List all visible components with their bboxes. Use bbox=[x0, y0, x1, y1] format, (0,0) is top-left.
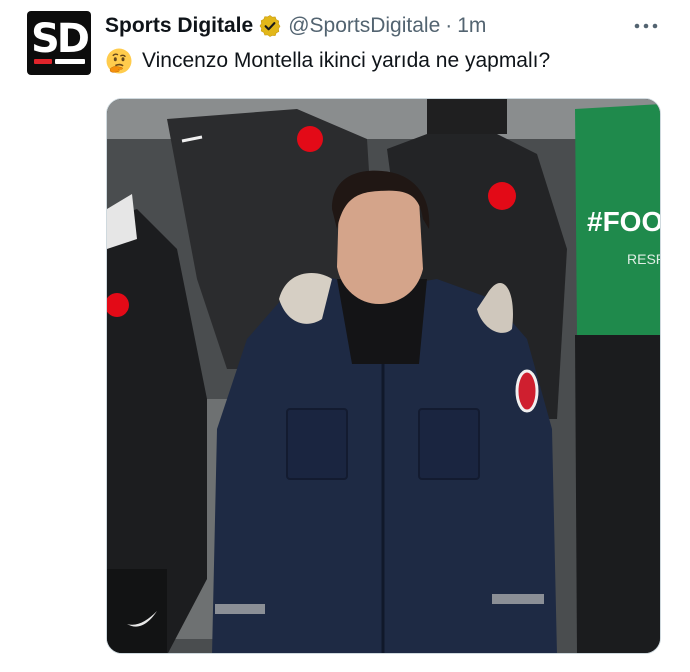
bib-hashtag-text: #FOOT bbox=[587, 206, 661, 237]
tweet-text-content: Vincenzo Montella ikinci yarıda ne yapma… bbox=[142, 49, 551, 72]
verified-badge-icon[interactable] bbox=[258, 14, 282, 38]
more-options-button[interactable] bbox=[632, 14, 660, 38]
turkey-flag-patch-icon-3 bbox=[488, 182, 516, 210]
meta-separator: · bbox=[445, 14, 453, 37]
tweet-photo[interactable]: #FOOT RESP bbox=[106, 98, 661, 654]
more-dots-icon bbox=[634, 23, 658, 29]
avatar-logo-accent bbox=[34, 59, 52, 64]
author-handle[interactable]: @SportsDigitale bbox=[288, 14, 440, 38]
thinking-face-icon bbox=[105, 47, 133, 75]
avatar[interactable]: SD bbox=[27, 11, 91, 75]
tweet-timestamp[interactable]: 1m bbox=[457, 14, 486, 38]
tweet[interactable]: SD Sports Digitale @SportsDigitale · 1m bbox=[0, 0, 690, 672]
bib-resp-text: RESP bbox=[627, 251, 661, 267]
photo-image: #FOOT RESP bbox=[107, 99, 661, 653]
tweet-header: Sports Digitale @SportsDigitale · 1m bbox=[105, 12, 486, 40]
turkey-flag-patch-icon-2 bbox=[297, 126, 323, 152]
avatar-logo-text: SD bbox=[30, 16, 90, 62]
author-display-name[interactable]: Sports Digitale bbox=[105, 14, 253, 38]
tweet-text: Vincenzo Montella ikinci yarıda ne yapma… bbox=[105, 46, 550, 76]
avatar-logo-underline bbox=[55, 59, 85, 64]
